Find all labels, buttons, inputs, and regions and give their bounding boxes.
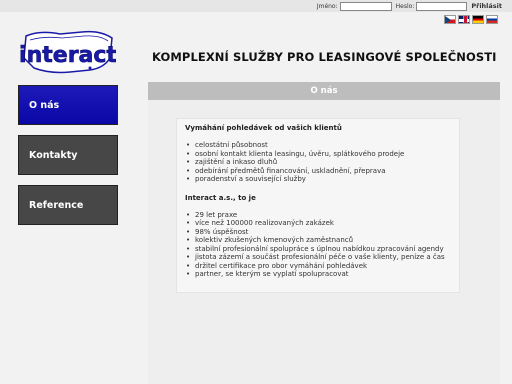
list-item: kolektiv zkušených kmenových zaměstnanců xyxy=(185,236,451,245)
list-item: 29 let praxe xyxy=(185,211,451,220)
username-input[interactable] xyxy=(339,1,392,11)
list-item: 98% úspěšnost xyxy=(185,228,451,237)
nav-item-kontakty[interactable]: Kontakty xyxy=(18,135,118,175)
section-title: O nás xyxy=(148,82,500,100)
list-item: partner, se kterým se vyplatí spolupraco… xyxy=(185,270,451,279)
main-navigation: O nás Kontakty Reference xyxy=(18,85,118,235)
list-item: stabilní profesionální spolupráce s úpln… xyxy=(185,245,451,254)
list-item: poradenství a související služby xyxy=(185,175,451,184)
login-button[interactable]: Přihlásit xyxy=(471,2,502,10)
site-header: interact KOMPLEXNÍ SLUŽBY PRO LEASINGOVÉ… xyxy=(0,12,512,74)
password-input[interactable] xyxy=(416,1,468,11)
logo-text: interact xyxy=(20,43,116,68)
company-list: 29 let praxe více než 100000 realizovaný… xyxy=(185,211,451,279)
about-card: Vymáhání pohledávek od vašich klientů ce… xyxy=(176,118,460,293)
site-tagline: KOMPLEXNÍ SLUŽBY PRO LEASINGOVÉ SPOLEČNO… xyxy=(152,50,497,64)
interact-logo[interactable]: interact xyxy=(20,28,116,76)
main-content: Vymáhání pohledávek od vašich klientů ce… xyxy=(148,100,500,384)
list-item: celostátní působnost xyxy=(185,141,451,150)
nav-item-o-nas[interactable]: O nás xyxy=(18,85,118,125)
list-item: více než 100000 realizovaných zakázek xyxy=(185,219,451,228)
list-item: odebírání předmětů financování, uskladně… xyxy=(185,167,451,176)
list-item: zajištění a inkaso dluhů xyxy=(185,158,451,167)
company-heading: Interact a.s., to je xyxy=(185,193,256,202)
username-label: Jméno: xyxy=(316,2,338,10)
services-heading: Vymáhání pohledávek od vašich klientů xyxy=(185,124,342,132)
list-item: jistota zázemí a součást profesionální p… xyxy=(185,253,451,262)
password-label: Heslo: xyxy=(395,2,415,10)
nav-item-reference[interactable]: Reference xyxy=(18,185,118,225)
login-form: Jméno: Heslo: Přihlásit xyxy=(313,0,502,12)
list-item: držitel certifikace pro obor vymáhání po… xyxy=(185,262,451,271)
services-list: celostátní působnost osobní kontakt klie… xyxy=(185,141,451,184)
list-item: osobní kontakt klienta leasingu, úvěru, … xyxy=(185,150,451,159)
